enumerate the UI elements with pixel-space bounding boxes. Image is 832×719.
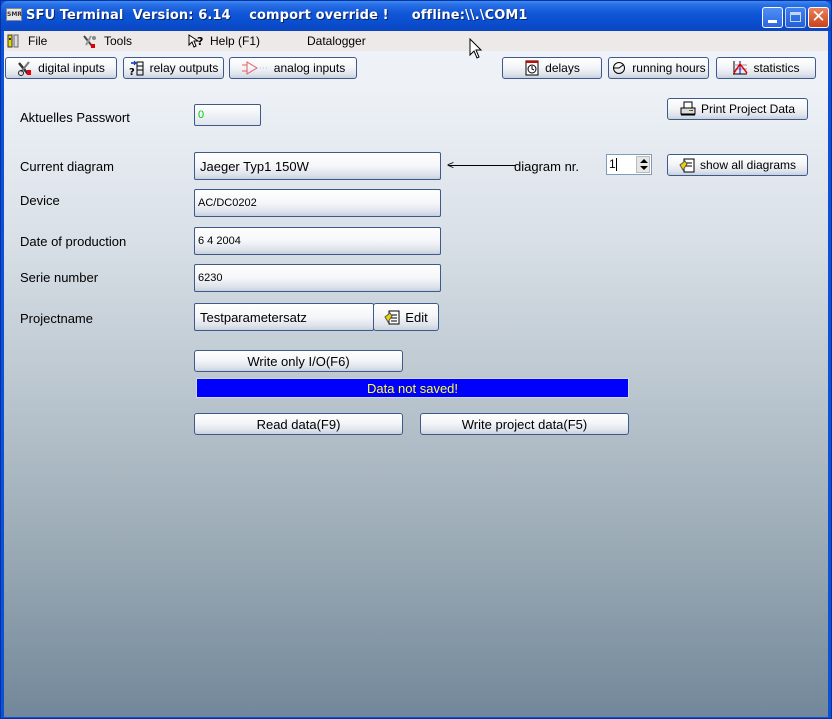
arrow-line — [449, 165, 515, 166]
file-icon — [6, 33, 22, 49]
edit-button[interactable]: Edit — [373, 303, 439, 331]
svg-text:?: ? — [129, 67, 135, 76]
digital-inputs-button[interactable]: digital inputs — [5, 57, 117, 79]
edit-icon — [384, 309, 400, 325]
spinner-arrows[interactable] — [636, 156, 650, 173]
read-data-button[interactable]: Read data(F9) — [194, 413, 403, 435]
svg-text:?: ? — [197, 35, 203, 48]
write-project-data-label: Write project data(F5) — [461, 416, 588, 432]
serie-number-field[interactable]: 6230 — [194, 264, 441, 292]
window-title: SFU Terminal Version: 6.14 comport overr… — [26, 8, 528, 23]
password-label: Aktuelles Passwort — [20, 110, 130, 125]
analog-inputs-label: analog inputs — [273, 61, 346, 75]
delays-button[interactable]: delays — [502, 57, 602, 79]
close-button[interactable]: ✕ — [808, 7, 829, 28]
relay-outputs-label: relay outputs — [149, 61, 219, 75]
gauge-icon — [611, 60, 627, 76]
menu-tools-label: Tools — [104, 34, 133, 48]
projectname-field[interactable]: Testparametersatz — [194, 303, 374, 331]
show-all-diagrams-label: show all diagrams — [699, 158, 797, 172]
menu-file-label: File — [28, 34, 48, 48]
analog-inputs-button[interactable]: analog inputs — [229, 57, 357, 79]
statistics-label: statistics — [753, 61, 800, 75]
help-icon: ? — [188, 33, 204, 49]
menu-help-label: Help (F1) — [210, 34, 261, 48]
status-message: Data not saved! — [196, 378, 629, 398]
print-project-data-button[interactable]: Print Project Data — [667, 98, 808, 120]
password-input[interactable]: 0 — [194, 104, 261, 126]
current-diagram-label: Current diagram — [20, 159, 114, 174]
statistics-button[interactable]: statistics — [716, 57, 816, 79]
digital-inputs-icon — [17, 60, 33, 76]
relay-outputs-button[interactable]: ? relay outputs — [123, 57, 224, 79]
print-project-data-label: Print Project Data — [700, 102, 796, 116]
diagram-nr-value: 1 — [609, 157, 616, 171]
menu-datalogger-label: Datalogger — [307, 34, 366, 48]
menu-bar: File Tools ? Help (F1) Datalogger — [4, 31, 828, 51]
app-icon: SMR — [6, 8, 22, 21]
clock-icon — [524, 60, 540, 76]
projectname-label: Projectname — [20, 311, 93, 326]
analog-inputs-icon — [241, 60, 269, 76]
diagram-nr-spinner[interactable]: 1 — [606, 154, 652, 175]
date-of-production-label: Date of production — [20, 234, 127, 249]
show-all-diagrams-button[interactable]: show all diagrams — [667, 154, 808, 176]
diagram-nr-label: diagram nr. — [514, 159, 580, 174]
running-hours-label: running hours — [632, 61, 706, 75]
date-of-production-field[interactable]: 6 4 2004 — [194, 227, 441, 255]
digital-inputs-label: digital inputs — [38, 61, 105, 75]
menu-file[interactable]: File — [6, 33, 47, 49]
close-icon: ✕ — [811, 7, 826, 27]
spin-up-icon[interactable] — [640, 159, 648, 163]
menu-datalogger[interactable]: Datalogger — [307, 33, 366, 49]
read-data-label: Read data(F9) — [256, 416, 341, 432]
menu-tools[interactable]: Tools — [82, 33, 132, 49]
edit-label: Edit — [405, 309, 428, 325]
app-window: SMR SFU Terminal Version: 6.14 comport o… — [0, 0, 832, 719]
printer-icon — [680, 101, 696, 117]
device-label: Device — [20, 193, 60, 208]
menu-help[interactable]: ? Help (F1) — [188, 33, 260, 49]
client-area: File Tools ? Help (F1) Datalogger digita… — [4, 31, 828, 717]
current-diagram-field[interactable]: Jaeger Typ1 150W — [194, 152, 441, 180]
write-only-io-label: Write only I/O(F6) — [247, 353, 350, 369]
minimize-button[interactable] — [762, 7, 783, 28]
diagrams-icon — [679, 157, 695, 173]
minimize-icon — [768, 20, 777, 23]
device-field[interactable]: AC/DC0202 — [194, 189, 441, 217]
write-project-data-button[interactable]: Write project data(F5) — [420, 413, 629, 435]
chart-icon — [732, 60, 749, 76]
mouse-cursor-icon — [469, 37, 483, 63]
serie-number-label: Serie number — [20, 270, 99, 285]
maximize-button[interactable] — [785, 7, 806, 28]
tools-icon — [82, 33, 98, 49]
delays-label: delays — [545, 61, 580, 75]
write-only-io-button[interactable]: Write only I/O(F6) — [194, 350, 403, 372]
running-hours-button[interactable]: running hours — [608, 57, 709, 79]
relay-outputs-icon: ? — [129, 60, 145, 78]
text-caret — [616, 158, 617, 171]
spin-down-icon[interactable] — [640, 166, 648, 170]
maximize-icon — [790, 12, 801, 22]
title-bar[interactable]: SMR SFU Terminal Version: 6.14 comport o… — [1, 1, 831, 31]
